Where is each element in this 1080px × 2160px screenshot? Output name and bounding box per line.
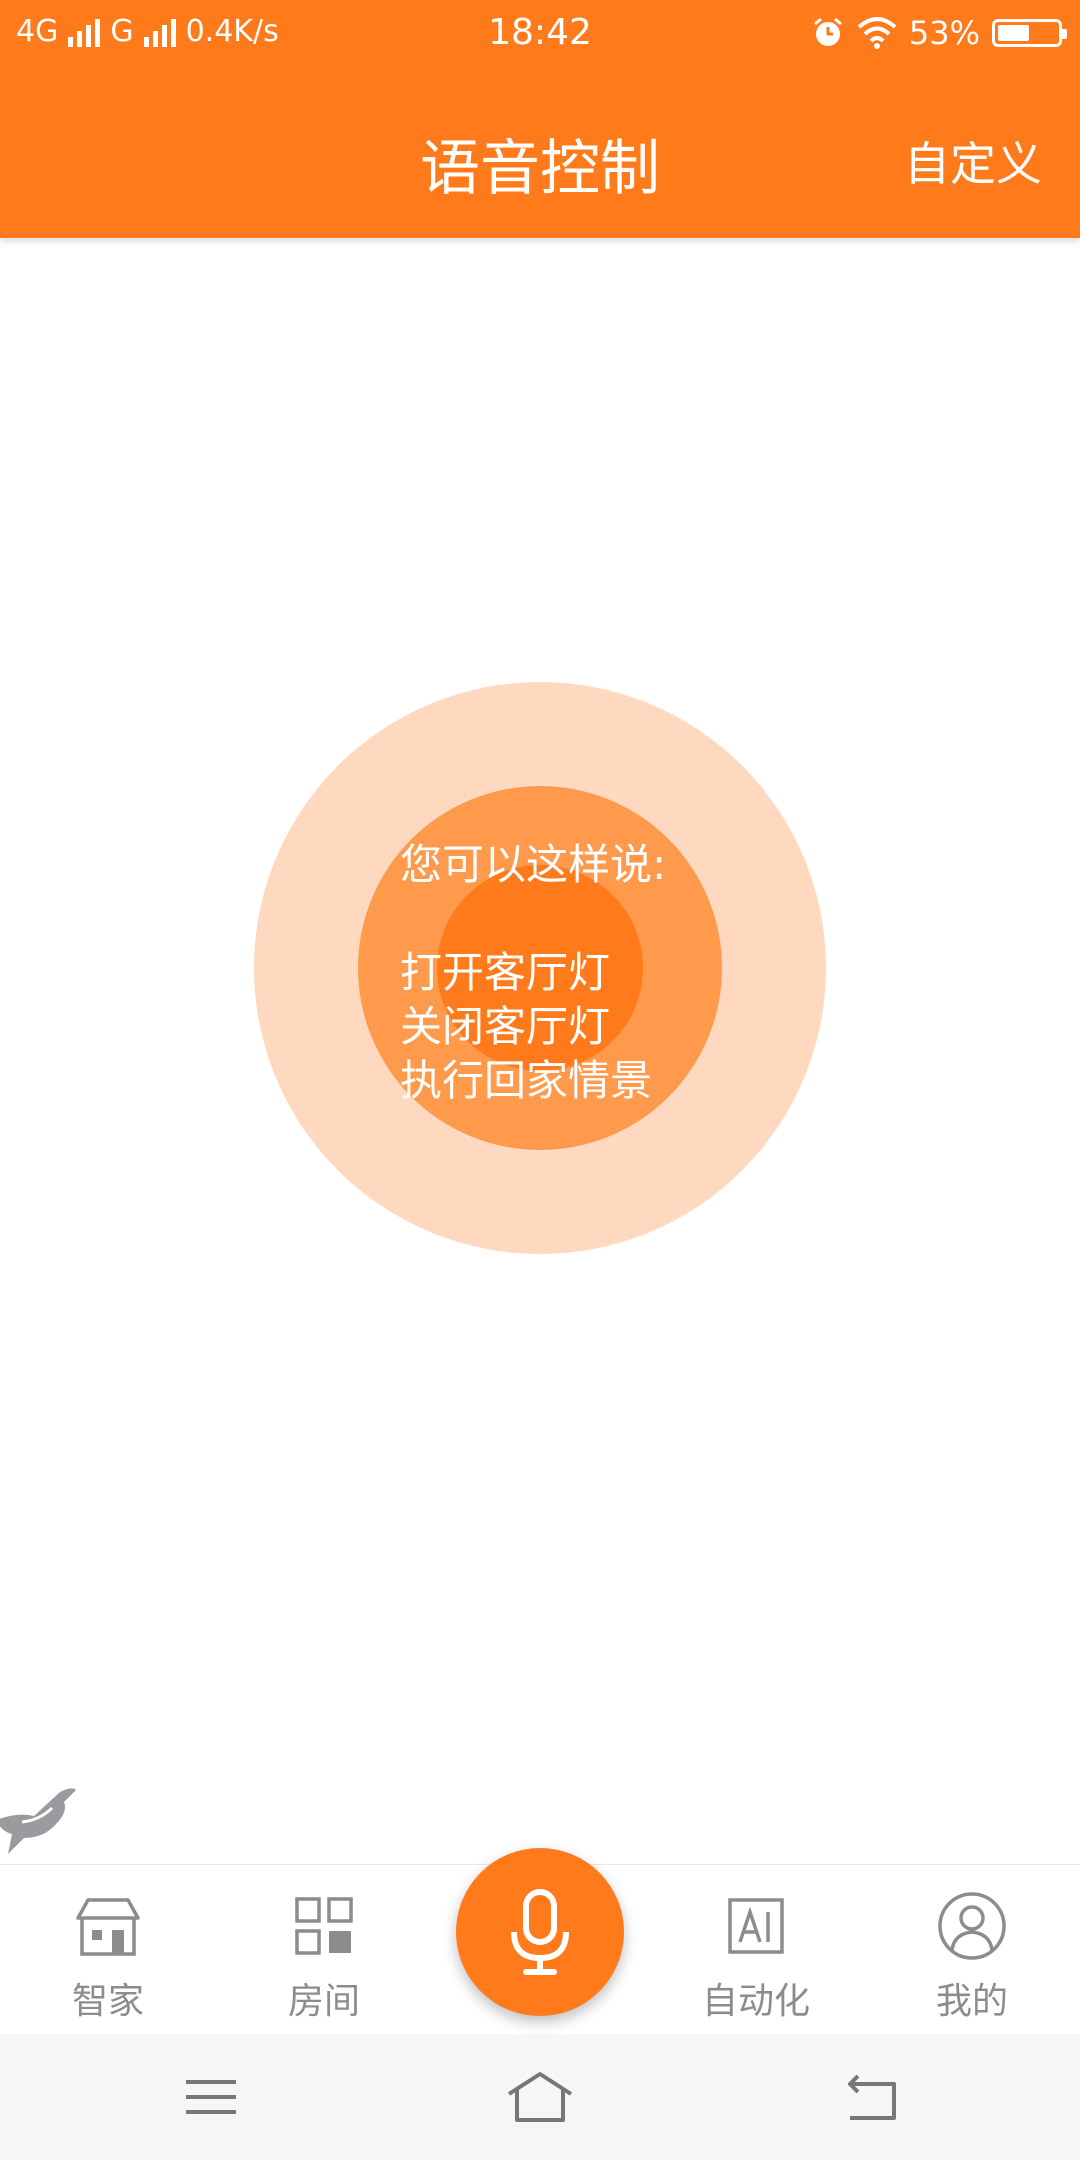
back-icon[interactable] bbox=[824, 2062, 914, 2132]
hint-example: 执行回家情景 bbox=[400, 1056, 653, 1105]
home-icon[interactable] bbox=[495, 2062, 585, 2132]
app-bar: 4G G 0.4K/s 18:42 53% 语音控制 自定义 bbox=[0, 0, 1080, 238]
voice-mic-button[interactable] bbox=[456, 1848, 624, 2016]
bird-icon[interactable] bbox=[0, 1772, 78, 1862]
tab-rooms[interactable]: 房间 bbox=[249, 1890, 399, 2024]
tab-label: 房间 bbox=[287, 1981, 360, 2022]
tab-label: 智家 bbox=[71, 1981, 144, 2022]
tab-smart-home[interactable]: 智家 bbox=[33, 1890, 183, 2024]
microphone-icon bbox=[511, 1889, 569, 1975]
wifi-icon bbox=[857, 17, 897, 49]
menu-icon[interactable] bbox=[166, 2062, 256, 2132]
tab-automation[interactable]: 自动化 bbox=[681, 1890, 831, 2024]
house-icon bbox=[76, 1898, 140, 1956]
hint-example: 打开客厅灯 bbox=[400, 948, 611, 997]
battery-percent: 53% bbox=[908, 14, 980, 52]
profile-icon bbox=[938, 1892, 1006, 1960]
customize-button[interactable]: 自定义 bbox=[904, 128, 1042, 194]
battery-icon bbox=[992, 19, 1067, 47]
voice-hint: 您可以这样说: 打开客厅灯 关闭客厅灯 执行回家情景 bbox=[400, 838, 666, 1108]
hint-intro: 您可以这样说: bbox=[400, 840, 667, 889]
tab-label: 自动化 bbox=[701, 1981, 810, 2022]
hint-example: 关闭客厅灯 bbox=[400, 1002, 611, 1051]
status-bar: 4G G 0.4K/s 18:42 53% bbox=[0, 0, 1080, 72]
ai-icon bbox=[728, 1898, 784, 1954]
alarm-icon bbox=[813, 17, 842, 46]
grid-icon bbox=[295, 1897, 353, 1955]
system-nav-bar bbox=[0, 2034, 1080, 2160]
tab-mine[interactable]: 我的 bbox=[897, 1890, 1047, 2024]
tab-label: 我的 bbox=[935, 1981, 1008, 2022]
